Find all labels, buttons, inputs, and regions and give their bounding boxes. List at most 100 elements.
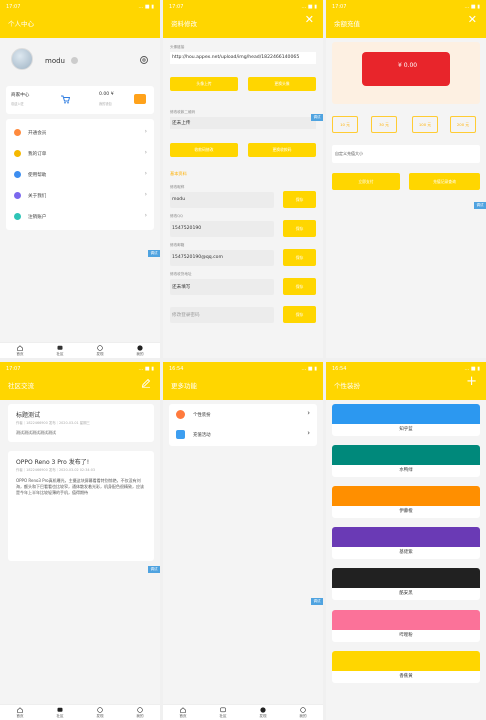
nickname-input[interactable]: modu [170,192,274,208]
amount-option[interactable]: 10 元 [332,116,358,133]
feature-item-theme[interactable]: 个性装扮 › [169,405,317,425]
nav-mine[interactable]: 我的 [291,706,315,719]
palette-icon [176,410,185,419]
nav-home[interactable]: 首页 [8,706,32,719]
theme-option[interactable]: 基佬紫 [332,527,480,559]
nav-community[interactable]: 社区 [211,707,235,719]
amount-option[interactable]: 30 元 [371,116,397,133]
chat-icon [220,707,226,712]
save-qq-button[interactable]: 保存 [283,220,316,237]
menu-item-label: 我的订单 [28,152,47,157]
system-icons: … ■ ▮ [138,366,154,372]
theme-option[interactable]: 知乎蓝 [332,404,480,436]
page-title: 余额充值 [334,20,360,28]
menu-item-help[interactable]: 使用帮助 › [6,165,154,185]
theme-swatch [332,651,480,671]
nav-mine[interactable]: 我的 [128,344,152,357]
save-nickname-button[interactable]: 保存 [283,191,316,208]
save-address-button[interactable]: 保存 [283,278,316,295]
menu-item-about[interactable]: 关于我们 › [6,186,154,206]
compass-icon [97,706,103,713]
theme-option[interactable]: 水鸭绿 [332,445,480,477]
post-card[interactable]: OPPO Reno 3 Pro 发布了! 作者｜1822466900 发布｜20… [8,451,154,561]
screen-personal-center: 17:07 … ■ ▮ 个人中心 modu 商家中心 欢迎入驻 0.00 ¥ 我… [0,0,160,358]
chevron-right-icon: › [307,429,310,437]
theme-option[interactable]: 伊藤橙 [332,486,480,518]
nav-discover[interactable]: 发现 [88,344,112,357]
debug-tag[interactable]: 调试 [148,566,160,573]
theme-swatch [332,404,480,424]
nav-home[interactable]: 首页 [8,344,32,357]
menu-item-vip[interactable]: 开通会员 › [6,123,154,143]
system-icons: … ■ ▮ [301,4,317,10]
nav-community[interactable]: 社区 [48,345,72,357]
avatar-url-field[interactable]: http://hou.appex.net/upload/img/head/182… [170,52,316,64]
close-icon[interactable]: ✕ [305,14,314,26]
page-title: 社区交流 [8,382,34,390]
menu-list: 开通会员 › 我的订单 › 使用帮助 › 关于我们 › 注销账户 › [6,119,154,230]
qr-modify-button[interactable]: 收款码修改 [170,143,238,157]
nav-home[interactable]: 首页 [171,706,195,719]
bottom-nav: 首页 社区 发现 我的 [0,704,160,720]
custom-amount-input[interactable]: 自定义充值大小 [332,145,480,163]
nav-label: 首页 [16,713,24,718]
debug-tag[interactable]: 调试 [474,202,486,209]
amount-option[interactable]: 100 元 [412,116,438,133]
avatar-change-button[interactable]: 更换头像 [248,77,316,91]
wallet-icon[interactable] [134,94,146,104]
theme-option[interactable]: 香蕉黄 [332,651,480,683]
menu-item-deactivate[interactable]: 注销账户 › [6,207,154,227]
address-input[interactable]: 还未填写 [170,279,274,295]
menu-item-orders[interactable]: 我的订单 › [6,144,154,164]
status-time: 17:07 [169,4,184,10]
debug-tag[interactable]: 调试 [311,598,323,605]
chevron-right-icon: › [144,212,147,219]
chevron-right-icon: › [144,149,147,156]
user-name: modu [45,57,65,65]
basic-info-heading: 基本资料 [170,171,187,176]
edit-icon[interactable] [141,378,151,388]
menu-item-label: 注销账户 [28,215,47,220]
save-password-button[interactable]: 保存 [283,306,316,323]
wallet-amount: 0.00 ¥ [99,92,114,97]
post-card[interactable]: 标题测试 作者｜1822466900 发布｜2020-03-01 星期三 测试测… [8,404,154,442]
email-input[interactable]: 1547520190@qq.com [170,250,274,266]
password-input[interactable]: 修改登录密码 [170,307,274,323]
nickname-label: 修改昵称 [170,185,185,189]
feature-item-recharge[interactable]: 充值活动 › [169,425,317,445]
vip-badge-icon [71,57,78,64]
gear-icon[interactable] [139,55,149,65]
nav-discover[interactable]: 发现 [88,706,112,719]
theme-option[interactable]: 哔哩粉 [332,610,480,642]
add-icon[interactable]: + [466,375,477,388]
nav-discover[interactable]: 发现 [251,706,275,719]
nav-community[interactable]: 社区 [48,707,72,719]
qq-input[interactable]: 1547520190 [170,221,274,237]
theme-option[interactable]: 酷安黑 [332,568,480,600]
menu-item-label: 开通会员 [28,131,47,136]
order-icon [14,150,21,157]
avatar[interactable] [11,48,33,70]
page-title: 个性装扮 [334,382,360,390]
nav-label: 首页 [16,351,24,356]
status-time: 17:07 [6,4,21,10]
pay-now-button[interactable]: 立即支付 [332,173,400,190]
system-icons: … ■ ▮ [464,4,480,10]
debug-tag[interactable]: 调试 [311,114,323,121]
merchant-card[interactable]: 商家中心 欢迎入驻 0.00 ¥ 我的钱包 [6,86,154,114]
recharge-record-button[interactable]: 充值记录查询 [409,173,480,190]
user-icon [137,344,143,351]
nav-mine[interactable]: 我的 [128,706,152,719]
debug-tag[interactable]: 调试 [148,250,160,257]
nav-label: 我的 [299,713,307,718]
close-icon[interactable]: ✕ [468,14,477,26]
qr-change-button[interactable]: 更换收款码 [248,143,316,157]
top-bar: 17:07 … ■ ▮ 社区交流 [0,362,160,400]
bottom-nav: 首页 社区 发现 我的 [163,704,323,720]
save-email-button[interactable]: 保存 [283,249,316,266]
amount-option[interactable]: 200 元 [450,116,476,133]
theme-label: 香蕉黄 [399,674,413,679]
avatar-upload-button[interactable]: 头像上传 [170,77,238,91]
home-icon [180,706,186,713]
qr-field[interactable]: 还未上传 [170,117,316,129]
